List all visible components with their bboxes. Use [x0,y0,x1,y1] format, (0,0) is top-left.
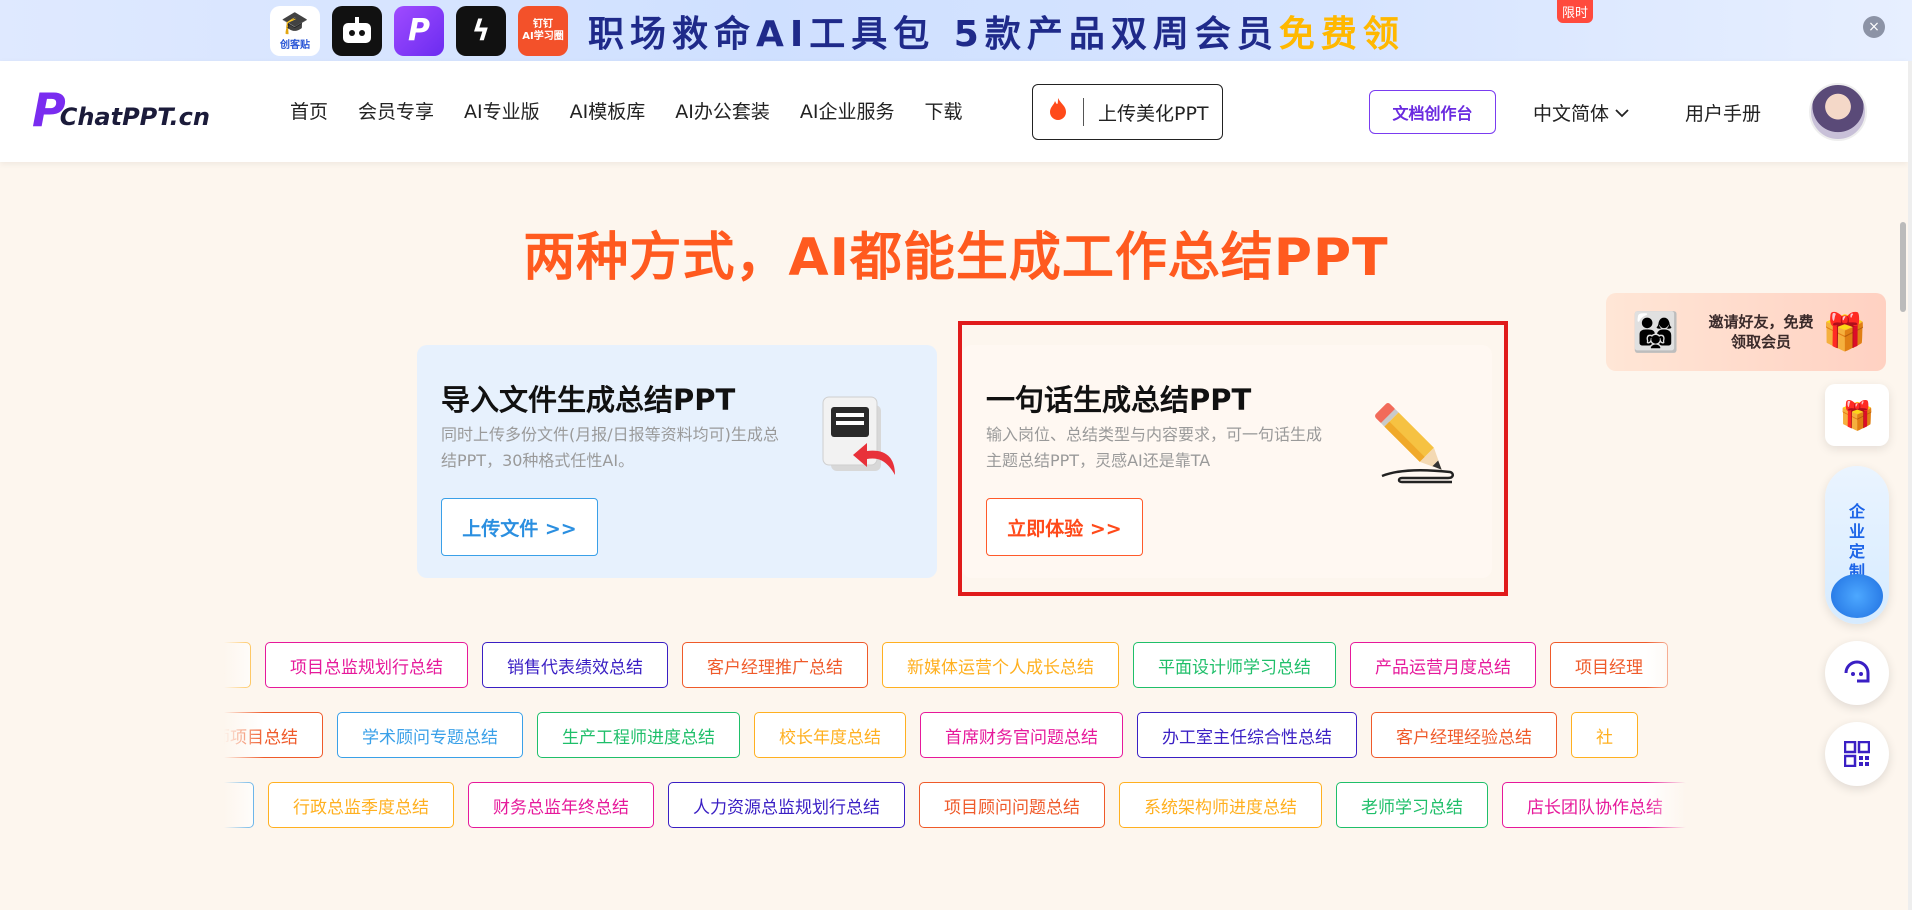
upload-file-button[interactable]: 上传文件 >> [441,498,598,556]
doc-workbench-button[interactable]: 文档创作台 [1369,90,1496,134]
summary-tag[interactable]: 客户经理经验总结 [1371,712,1557,758]
summary-tag[interactable]: 人力资源总监规划行总结 [668,782,905,828]
enterprise-text: 企业定制 [1848,502,1865,581]
page-title: 两种方式，AI都能生成工作总结PPT [523,228,1389,288]
summary-tag[interactable]: 行政总监季度总结 [268,782,454,828]
chuangketie-app-icon[interactable]: 🎓 创客贴 [270,5,320,56]
carousel-fade-left [224,630,264,830]
robot-mascot-icon [1831,574,1883,618]
avatar[interactable] [1809,83,1867,141]
highlight-box [958,321,1508,596]
language-selector[interactable]: 中文简体 [1533,99,1629,126]
import-card-title: 导入文件生成总结PPT [441,383,736,417]
nav-ai-templates[interactable]: AI模板库 [570,97,646,124]
nav-membership[interactable]: 会员专享 [358,97,434,124]
summary-tags-carousel: 报项目总监规划行总结销售代表绩效总结客户经理推广总结新媒体运营个人成长总结平面设… [224,630,1686,830]
nav-download[interactable]: 下载 [924,97,962,124]
summary-tag[interactable]: 销售代表绩效总结 [482,642,668,688]
summary-tag[interactable]: 系统架构师进度总结 [1119,782,1322,828]
upload-beautify-label: 上传美化PPT [1098,102,1209,125]
people-icon: 👨‍👩‍👧 [1632,309,1680,354]
invite-text: 邀请好友，免费领取会员 [1708,313,1814,351]
nav-ai-enterprise[interactable]: AI企业服务 [800,97,895,124]
ai-study-circle-icon[interactable]: 钉钉 AI学习圈 [518,5,568,56]
gift-box-icon: 🎁 [1822,312,1867,353]
summary-tag[interactable]: 项目总监规划行总结 [265,642,468,688]
tile1-label: 创客贴 [280,39,310,51]
divider [1083,98,1084,126]
banner-headline: 职场救命AI工具包 5款产品双周会员免费领 [588,5,1405,57]
banner-headline-free: 免费领 [1278,13,1405,55]
logo-text: ChatPPT.cn [59,103,210,131]
summary-tag[interactable]: 产品运营月度总结 [1350,642,1536,688]
tag-row-2: 分析师项目总结学术顾问专题总结生产工程师进度总结校长年度总结首席财务官问题总结办… [224,712,1638,758]
summary-tag[interactable]: 学术顾问专题总结 [337,712,523,758]
import-file-card[interactable]: 导入文件生成总结PPT 同时上传多份文件(月报/日报等资料均可)生成总结PPT，… [417,345,937,578]
banner-headline-main: 职场救命AI工具包 5款产品双周会员 [588,13,1279,55]
tag-row-3: 行政总监季度总结 财务总监年终总结 人力资源总监规划行总结 项目顾问问题总结 系统架构师… [224,782,1686,828]
nav-home[interactable]: 首页 [290,97,328,124]
customer-service-icon[interactable] [1825,641,1889,705]
summary-tag[interactable]: 客户经理推广总结 [682,642,868,688]
tile5-line1: 钉钉 [533,18,553,30]
enterprise-custom-button[interactable]: 企业定制 [1825,466,1889,624]
summary-tag[interactable]: 校长年度总结 [754,712,906,758]
summary-tag[interactable]: 平面设计师学习总结 [1133,642,1336,688]
close-icon[interactable]: × [1863,16,1885,38]
gift-icon[interactable]: 🎁 [1825,384,1889,446]
summary-tag[interactable]: 生产工程师进度总结 [537,712,740,758]
language-label: 中文简体 [1533,103,1610,125]
tag-row-1: 报项目总监规划行总结销售代表绩效总结客户经理推广总结新媒体运营个人成长总结平面设… [224,642,1668,688]
promo-banner[interactable]: 🎓 创客贴 P ϟ 钉钉 AI学习圈 职场救命AI工具包 5款产品双周会员免费领… [0,0,1912,61]
summary-tag[interactable]: 新媒体运营个人成长总结 [882,642,1119,688]
summary-tag[interactable]: 财务总监年终总结 [468,782,654,828]
p-app-icon[interactable]: P [394,5,444,56]
invite-friends-banner[interactable]: 👨‍👩‍👧 邀请好友，免费领取会员 🎁 [1606,293,1886,371]
tile5-line2: AI学习圈 [522,30,564,42]
import-card-desc: 同时上传多份文件(月报/日报等资料均可)生成总结PPT，30种格式任性AI。 [441,425,779,470]
document-upload-icon [822,396,895,475]
limited-badge: 限时 [1557,0,1594,23]
flame-icon [1033,97,1083,127]
summary-tag[interactable]: 社 [1571,712,1638,758]
summary-tag[interactable]: 首席财务官问题总结 [920,712,1123,758]
nav-ai-pro[interactable]: AI专业版 [464,97,540,124]
chatppt-logo[interactable]: P ChatPPT.cn [32,83,210,133]
summary-tag[interactable]: 老师学习总结 [1336,782,1488,828]
summary-tag[interactable]: 办工室主任综合性总结 [1137,712,1357,758]
upload-beautify-ppt-button[interactable]: 上传美化PPT [1032,84,1223,140]
user-manual-link[interactable]: 用户手册 [1685,99,1761,126]
nav-ai-office-suite[interactable]: AI办公套装 [675,97,770,124]
summary-tag[interactable]: 项目顾问问题总结 [919,782,1105,828]
scrollbar-track[interactable] [1908,61,1912,910]
carousel-fade-right [1646,630,1686,830]
chevron-down-icon [1615,108,1629,117]
lightning-app-icon[interactable]: ϟ [456,5,506,56]
robot-app-icon[interactable] [332,5,382,56]
main-nav: 首页 会员专享 AI专业版 AI模板库 AI办公套装 AI企业服务 下载 [290,97,992,124]
qr-code-icon[interactable] [1825,722,1889,786]
